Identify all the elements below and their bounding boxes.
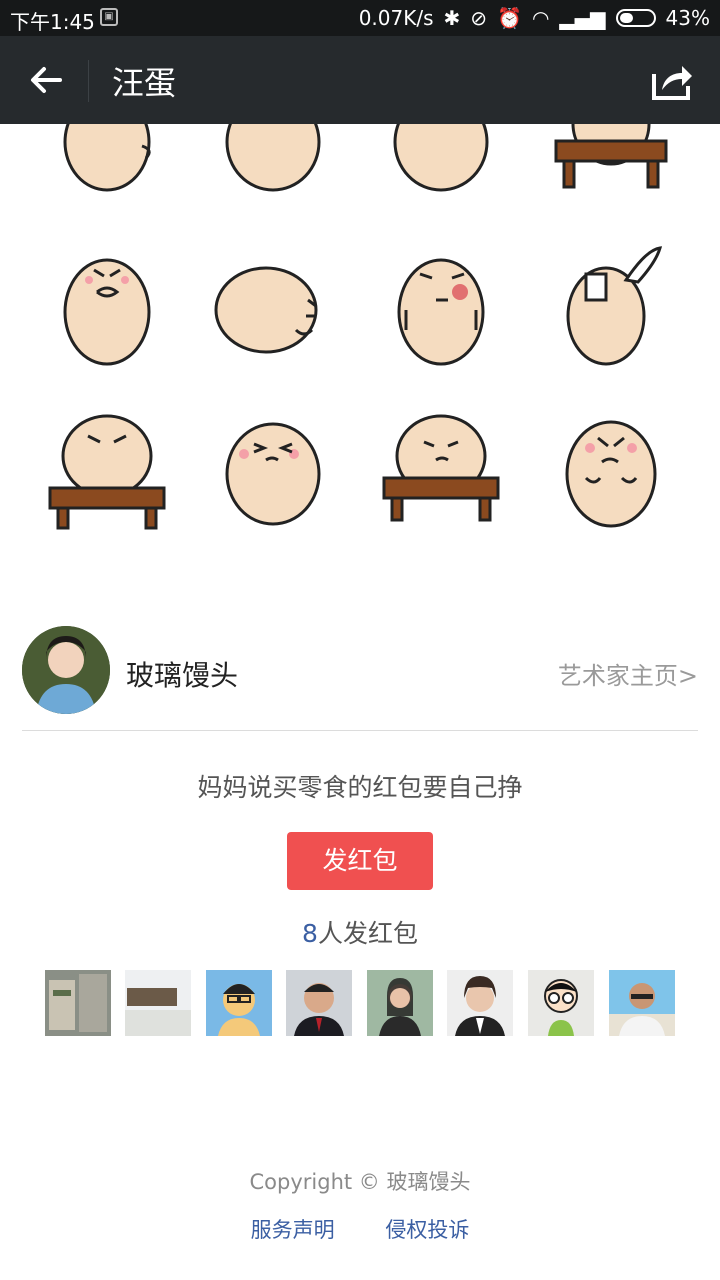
sticker-1[interactable] <box>42 124 172 194</box>
sticker-12[interactable] <box>546 408 676 538</box>
sticker-grid <box>0 124 720 564</box>
bluetooth-icon: ✱ <box>443 6 461 30</box>
alarm-icon: ⏰ <box>497 6 522 30</box>
footer-links: 服务声明 侵权投诉 <box>0 1214 720 1244</box>
sticker-2[interactable] <box>208 124 338 194</box>
sticker-7[interactable] <box>376 240 506 370</box>
sticker-6[interactable] <box>208 240 338 370</box>
service-statement-link[interactable]: 服务声明 <box>251 1218 335 1242</box>
infringement-report-link[interactable]: 侵权投诉 <box>385 1218 469 1242</box>
giver-avatar[interactable] <box>367 970 433 1036</box>
giver-avatar[interactable] <box>447 970 513 1036</box>
send-red-packet-button[interactable]: 发红包 <box>287 832 433 890</box>
givers-list <box>45 970 685 1036</box>
sticker-8[interactable] <box>546 240 676 370</box>
artist-avatar[interactable] <box>22 626 110 714</box>
giver-avatar[interactable] <box>286 970 352 1036</box>
status-right: 0.07K/s ✱ ⊘ ⏰ ◠ ▂▄▆ 43% <box>359 6 710 30</box>
artist-row[interactable]: 玻璃馒头 艺术家主页> <box>22 626 698 716</box>
battery-percent: 43% <box>665 6 710 30</box>
artist-homepage-link[interactable]: 艺术家主页> <box>558 656 698 691</box>
giver-avatar[interactable] <box>125 970 191 1036</box>
sticker-4[interactable] <box>546 124 676 194</box>
sticker-10[interactable] <box>208 408 338 538</box>
wifi-icon: ◠ <box>531 6 550 30</box>
status-time: 下午1:45 <box>10 10 95 34</box>
battery-icon <box>615 9 656 27</box>
tip-count-suffix: 人发红包 <box>317 919 418 948</box>
giver-avatar[interactable] <box>528 970 594 1036</box>
page-title: 汪蛋 <box>112 64 177 102</box>
giver-avatar[interactable] <box>609 970 675 1036</box>
share-icon[interactable] <box>650 58 694 102</box>
copyright-text: Copyright © 玻璃馒头 <box>249 1170 471 1194</box>
network-speed: 0.07K/s <box>358 6 434 30</box>
sticker-11[interactable] <box>376 408 506 538</box>
sticker-3[interactable] <box>376 124 506 194</box>
tip-count: 8人发红包 <box>0 914 720 950</box>
back-arrow-icon[interactable] <box>26 60 66 100</box>
artist-name: 玻璃馒头 <box>126 659 239 692</box>
tip-slogan: 妈妈说买零食的红包要自己挣 <box>197 773 523 802</box>
tip-count-number: 8 <box>302 919 318 948</box>
status-bar: 下午1:45 ▣ 0.07K/s ✱ ⊘ ⏰ ◠ ▂▄▆ 43% <box>0 0 720 36</box>
top-nav-bar: 汪蛋 <box>0 36 720 124</box>
notification-icon: ▣ <box>100 8 118 26</box>
nav-divider <box>88 60 89 102</box>
sticker-9[interactable] <box>42 408 172 538</box>
mute-icon: ⊘ <box>470 6 488 30</box>
sticker-5[interactable] <box>42 240 172 370</box>
giver-avatar[interactable] <box>45 970 111 1036</box>
signal-icon: ▂▄▆ <box>559 6 606 30</box>
giver-avatar[interactable] <box>206 970 272 1036</box>
divider <box>22 730 698 731</box>
